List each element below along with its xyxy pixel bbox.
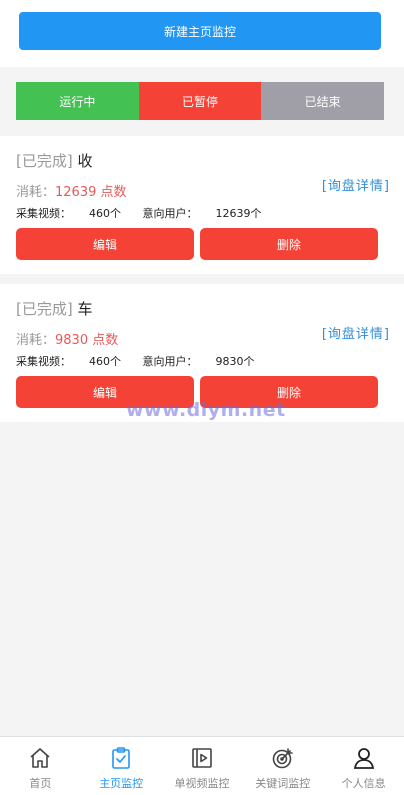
card-cost: 消耗：12639 点数: [16, 181, 127, 200]
cost-label: 消耗：: [16, 333, 56, 348]
users-stat: 意向用户： 12639个: [142, 207, 262, 220]
video-play-icon: [192, 748, 212, 768]
clipboard-check-icon: [112, 747, 130, 769]
card-name: 收: [77, 152, 93, 170]
card-title: [已完成] 车: [16, 298, 93, 319]
inquiry-detail-link[interactable]: [询盘详情]: [322, 323, 390, 342]
delete-button[interactable]: 删除: [200, 228, 378, 260]
videos-stat: 采集视频： 460个: [16, 355, 121, 368]
tab-label: 主页监控: [99, 777, 144, 790]
bottom-tab-bar: 首页 主页监控 单视频监控 关键词监控 个人信息: [0, 736, 404, 795]
tab-running[interactable]: 运行中: [16, 82, 139, 120]
user-icon: [353, 748, 374, 769]
card-name: 车: [77, 300, 93, 318]
cost-value: 12639 点数: [55, 185, 127, 200]
inquiry-detail-link[interactable]: [询盘详情]: [322, 175, 390, 194]
monitor-card: [已完成] 收 消耗：12639 点数 [询盘详情] 采集视频： 460个 意向用…: [0, 136, 404, 274]
cost-label: 消耗：: [16, 185, 56, 200]
home-icon: [30, 748, 50, 768]
edit-button[interactable]: 编辑: [16, 228, 194, 260]
users-stat: 意向用户： 9830个: [142, 355, 255, 368]
card-status: [已完成]: [16, 152, 73, 170]
card-status: [已完成]: [16, 300, 73, 318]
tab-homepage-monitor[interactable]: 主页监控: [81, 737, 162, 795]
tab-ended[interactable]: 已结束: [261, 82, 385, 120]
page: 新建主页监控 运行中 已暂停 已结束 [已完成] 收 消耗：12639 点数 […: [0, 0, 404, 795]
videos-stat: 采集视频： 460个: [16, 207, 121, 220]
tab-label: 关键词监控: [255, 777, 311, 790]
status-filter-bar: 运行中 已暂停 已结束: [16, 82, 385, 120]
tab-keyword-monitor[interactable]: 关键词监控: [242, 737, 323, 795]
card-stats: 采集视频： 460个 意向用户： 9830个: [16, 353, 255, 369]
tab-personal-info[interactable]: 个人信息: [323, 737, 404, 795]
cost-value: 9830 点数: [55, 333, 119, 348]
tab-home[interactable]: 首页: [0, 737, 81, 795]
tab-single-video-monitor[interactable]: 单视频监控: [162, 737, 243, 795]
card-title: [已完成] 收: [16, 150, 93, 171]
card-stats: 采集视频： 460个 意向用户： 12639个: [16, 205, 262, 221]
tab-label: 个人信息: [341, 777, 386, 790]
target-icon: [272, 748, 293, 769]
tab-paused[interactable]: 已暂停: [138, 82, 262, 120]
card-cost: 消耗：9830 点数: [16, 329, 118, 348]
tab-label: 首页: [29, 777, 52, 790]
watermark: www.dlym.net: [126, 399, 286, 421]
new-homepage-monitor-button[interactable]: 新建主页监控: [19, 12, 381, 50]
top-area: 新建主页监控: [0, 0, 404, 67]
tab-label: 单视频监控: [174, 777, 230, 790]
